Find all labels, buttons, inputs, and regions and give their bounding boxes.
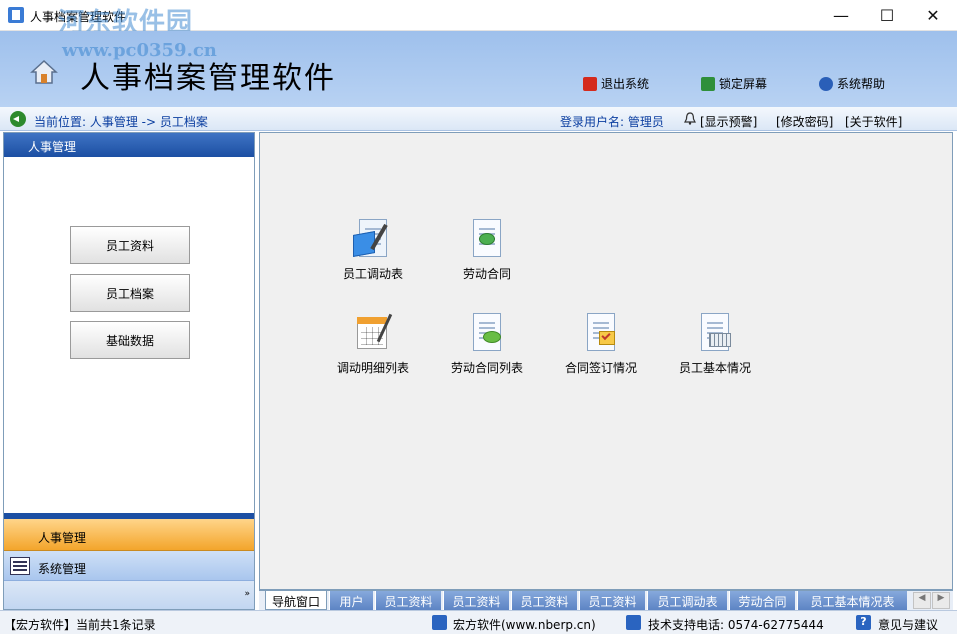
home-icon	[432, 615, 447, 630]
lock-screen-button[interactable]: 锁定屏幕	[701, 75, 767, 92]
group-hr-management[interactable]: 人事管理	[4, 519, 254, 551]
navigation-window: 员工调动表 劳动合同 调动明细列表 劳动合同列表 合同签订情况 员工基本情况	[259, 132, 953, 590]
tab-scroll-left-icon[interactable]: ◀	[913, 592, 931, 609]
employee-info-icon	[693, 313, 737, 353]
contract-list-icon	[465, 313, 509, 353]
nav-labor-contract[interactable]: 劳动合同	[432, 219, 542, 282]
tab-employee-basic-info[interactable]: 员工基本情况表	[797, 591, 907, 610]
tab-navigation-window[interactable]: 导航窗口	[265, 591, 327, 610]
system-help-button[interactable]: 系统帮助	[819, 75, 885, 92]
close-button[interactable]: ✕	[910, 0, 956, 30]
header-banner: 人事档案管理软件 退出系统 锁定屏幕 系统帮助 www.pc0359.cn	[0, 31, 957, 107]
tab-strip: 导航窗口 用户 员工资料 员工资料 员工资料 员工资料 员工调动表 劳动合同 员…	[259, 590, 953, 610]
base-data-button[interactable]: 基础数据	[70, 321, 190, 359]
tab-users[interactable]: 用户	[329, 591, 373, 610]
back-arrow-icon[interactable]	[10, 111, 26, 127]
group-system-management[interactable]: 系统管理	[4, 551, 254, 581]
system-list-icon	[10, 557, 30, 575]
tab-labor-contract[interactable]: 劳动合同	[729, 591, 795, 610]
contract-signing-icon	[579, 313, 623, 353]
sidebar-header: 人事管理	[4, 133, 254, 157]
help-icon	[819, 76, 833, 91]
breadcrumb-bar: 当前位置: 人事管理 -> 员工档案 登录用户名: 管理员 [显示预警] [修改…	[0, 107, 957, 131]
record-count: 【宏方软件】当前共1条记录	[4, 618, 156, 632]
phone-icon	[626, 615, 641, 630]
transfer-form-icon	[351, 219, 395, 259]
lock-icon	[701, 76, 715, 91]
nav-contract-signing[interactable]: 合同签订情况	[546, 313, 656, 376]
tab-employee-info-4[interactable]: 员工资料	[579, 591, 645, 610]
feedback-link[interactable]: 意见与建议	[878, 616, 938, 633]
sidebar-group-footer: »	[4, 581, 254, 609]
breadcrumb: 当前位置: 人事管理 -> 员工档案	[34, 115, 208, 129]
nav-employee-basic-info[interactable]: 员工基本情况	[660, 313, 770, 376]
sidebar: 人事管理 员工资料 员工档案 基础数据 人事管理 系统管理 »	[3, 132, 255, 610]
tab-employee-info-2[interactable]: 员工资料	[443, 591, 509, 610]
about-software-link[interactable]: [关于软件]	[845, 113, 902, 130]
maximize-button[interactable]: ☐	[864, 0, 910, 30]
more-chevron-icon[interactable]: »	[244, 589, 250, 599]
bell-icon	[684, 112, 696, 125]
window-titlebar: 人事档案管理软件 河东软件园 — ☐ ✕	[0, 0, 957, 38]
change-password-link[interactable]: [修改密码]	[776, 113, 833, 130]
minimize-button[interactable]: —	[818, 0, 864, 30]
show-warning-link[interactable]: [显示预警]	[700, 113, 757, 130]
nav-contract-list[interactable]: 劳动合同列表	[432, 313, 542, 376]
labor-contract-icon	[465, 219, 509, 259]
exit-icon	[583, 76, 597, 91]
employee-info-button[interactable]: 员工资料	[70, 226, 190, 264]
home-icon	[30, 59, 58, 84]
login-user-label: 登录用户名: 管理员	[560, 115, 664, 129]
company-link[interactable]: 宏方软件(www.nberp.cn)	[453, 616, 596, 633]
support-phone: 技术支持电话: 0574-62775444	[648, 618, 824, 632]
watermark-url: www.pc0359.cn	[62, 40, 217, 61]
status-bar: 【宏方软件】当前共1条记录 宏方软件(www.nberp.cn) 技术支持电话:…	[0, 610, 957, 634]
question-icon: ?	[856, 615, 871, 630]
tab-employee-info-1[interactable]: 员工资料	[375, 591, 441, 610]
nav-transfer-detail-list[interactable]: 调动明细列表	[318, 313, 428, 376]
transfer-detail-list-icon	[351, 313, 395, 353]
tab-scroll-right-icon[interactable]: ▶	[932, 592, 950, 609]
tab-employee-info-3[interactable]: 员工资料	[511, 591, 577, 610]
app-icon	[8, 7, 24, 23]
employee-archive-button[interactable]: 员工档案	[70, 274, 190, 312]
nav-transfer-form[interactable]: 员工调动表	[318, 219, 428, 282]
exit-system-button[interactable]: 退出系统	[583, 75, 649, 92]
tab-transfer-form[interactable]: 员工调动表	[647, 591, 727, 610]
